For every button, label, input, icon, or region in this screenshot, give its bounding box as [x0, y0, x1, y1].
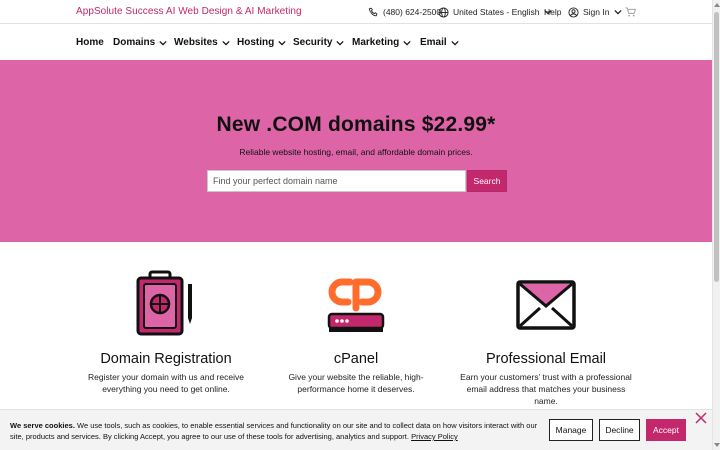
- help-label: Help: [544, 7, 562, 17]
- phone-link[interactable]: (480) 624-2500: [368, 4, 441, 20]
- brand-name[interactable]: AppSolute Success AI Web Design & AI Mar…: [76, 6, 302, 17]
- nav-label: Home: [76, 37, 104, 48]
- cookie-heading: We serve cookies.: [10, 421, 75, 430]
- region-label: United States - English: [453, 7, 540, 17]
- feature-description: Register your domain with us and receive…: [88, 372, 244, 394]
- hero-banner: New .COM domains $22.99* Reliable websit…: [0, 60, 712, 242]
- feature-description: Earn your customers’ trust with a profes…: [460, 372, 632, 406]
- close-icon[interactable]: [695, 412, 707, 424]
- phone-number: (480) 624-2500: [383, 7, 442, 17]
- accept-cookies-button[interactable]: Accept: [646, 419, 686, 441]
- chevron-down-icon: [403, 40, 411, 45]
- chevron-down-icon: [159, 40, 167, 45]
- decline-cookies-button[interactable]: Decline: [599, 419, 640, 441]
- nav-marketing[interactable]: Marketing: [352, 37, 411, 48]
- privacy-policy-link[interactable]: Privacy Policy: [411, 432, 458, 441]
- help-link[interactable]: Help: [544, 4, 561, 20]
- feature-domain-registration: Domain Registration Register your domain…: [78, 270, 254, 395]
- user-icon: [568, 6, 579, 18]
- chevron-down-icon: [451, 40, 459, 45]
- nav-label: Domains: [113, 37, 156, 48]
- manage-cookies-button[interactable]: Manage: [549, 419, 593, 441]
- phone-icon: [368, 7, 378, 16]
- cart-button[interactable]: [625, 4, 636, 20]
- nav-label: Hosting: [237, 37, 275, 48]
- search-button[interactable]: Search: [467, 170, 507, 192]
- feature-title: Professional Email: [485, 351, 607, 367]
- nav-label: Marketing: [352, 37, 400, 48]
- envelope-icon: [516, 280, 576, 330]
- region-selector[interactable]: United States - English: [438, 4, 553, 20]
- nav-email[interactable]: Email: [420, 37, 459, 48]
- domain-registration-icon: [136, 270, 192, 336]
- nav-security[interactable]: Security: [293, 37, 345, 48]
- feature-description: Give your website the reliable, high-per…: [288, 372, 424, 394]
- feature-title: cPanel: [333, 351, 379, 367]
- chevron-down-icon: [336, 40, 345, 45]
- nav-websites[interactable]: Websites: [174, 37, 230, 48]
- sign-in-menu[interactable]: Sign In: [568, 4, 623, 20]
- nav-label: Email: [420, 37, 447, 48]
- scroll-up-icon[interactable]: [714, 2, 720, 8]
- feature-title: Domain Registration: [100, 351, 232, 367]
- cart-icon: [625, 7, 636, 17]
- utility-bar: AppSolute Success AI Web Design & AI Mar…: [0, 0, 712, 23]
- nav-label: Security: [293, 37, 333, 48]
- hero-subtitle: Reliable website hosting, email, and aff…: [239, 147, 473, 157]
- nav-home[interactable]: Home: [76, 37, 104, 48]
- feature-cpanel: cPanel Give your website the reliable, h…: [268, 270, 444, 395]
- cookie-body: We use tools, such as cookies, to enable…: [10, 421, 538, 441]
- chevron-down-icon: [614, 9, 623, 15]
- nav-label: Websites: [174, 37, 218, 48]
- feature-professional-email: Professional Email Earn your customers’ …: [458, 270, 634, 407]
- chevron-down-icon: [222, 40, 230, 45]
- nav-domains[interactable]: Domains: [113, 37, 167, 48]
- domain-search-input[interactable]: [207, 170, 466, 192]
- main-nav: Home Domains Websites Hosting Security M…: [0, 23, 712, 60]
- scroll-down-icon[interactable]: [714, 442, 720, 448]
- hero-title: New .COM domains $22.99*: [216, 113, 496, 136]
- cookie-message: We serve cookies. We use tools, such as …: [10, 420, 545, 442]
- page-scrollbar[interactable]: [712, 0, 720, 450]
- cpanel-icon: [327, 278, 385, 332]
- globe-icon: [438, 6, 449, 18]
- nav-hosting[interactable]: Hosting: [237, 37, 286, 48]
- scroll-thumb[interactable]: [714, 12, 719, 282]
- chevron-down-icon: [278, 40, 286, 45]
- sign-in-label: Sign In: [583, 7, 610, 17]
- cookie-banner: We serve cookies. We use tools, such as …: [0, 409, 712, 450]
